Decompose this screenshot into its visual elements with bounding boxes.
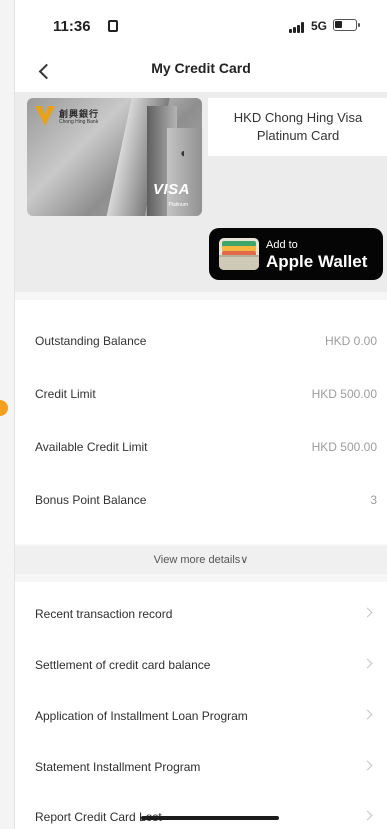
chevron-right-icon [362,607,373,618]
account-row-outstanding-balance: Outstanding Balance HKD 0.00 [15,300,387,353]
wallet-button-line2: Apple Wallet [266,252,368,271]
bank-logo-icon [35,106,55,126]
details-toggle-bar: View more details∨ [15,546,387,574]
row-value: HKD 500.00 [311,387,377,401]
cellular-signal-icon [289,22,307,33]
bank-name-english: Chong Hing Bank [59,119,99,125]
chevron-right-icon [362,658,373,669]
menu-item-report-card-lost[interactable]: Report Credit Card Lost [15,785,387,829]
card-name: HKD Chong Hing Visa Platinum Card [208,98,387,156]
menu-item-statement-installment[interactable]: Statement Installment Program [15,735,387,785]
menu-item-label: Application of Installment Loan Program [35,709,248,723]
menu-item-installment-loan[interactable]: Application of Installment Loan Program [15,684,387,734]
account-row-credit-limit: Credit Limit HKD 500.00 [15,353,387,406]
menu-item-label: Recent transaction record [35,607,173,621]
menu-item-label: Statement Installment Program [35,760,201,774]
row-value: HKD 0.00 [324,334,377,348]
menu-item-recent-transactions[interactable]: Recent transaction record [15,582,387,632]
chevron-right-icon [362,760,373,771]
page-title: My Credit Card [151,60,251,76]
row-label: Credit Limit [35,387,96,401]
menu-item-label: Settlement of credit card balance [35,658,211,672]
sim-card-icon [108,20,118,32]
account-row-bonus-points: Bonus Point Balance 3 [15,459,387,512]
app-screen: 11:36 5G My Credit Card 創興銀行 Chong Hing … [14,0,387,829]
status-bar: 11:36 5G [15,0,387,52]
account-row-available-credit: Available Credit Limit HKD 500.00 [15,406,387,459]
row-value: HKD 500.00 [311,440,377,454]
navigation-bar: My Credit Card [15,52,387,92]
menu-item-settlement[interactable]: Settlement of credit card balance [15,633,387,683]
view-more-details-link[interactable]: View more details∨ [15,553,387,566]
status-time: 11:36 [53,18,91,35]
card-services-menu: Recent transaction record Settlement of … [15,582,387,829]
network-type-label: 5G [311,19,328,33]
account-summary: Outstanding Balance HKD 0.00 Credit Limi… [15,300,387,544]
row-value: 3 [370,493,377,507]
contactless-icon: ◖ [179,146,187,160]
row-label: Outstanding Balance [35,334,147,348]
card-overview: 創興銀行 Chong Hing Bank ◖ VISA Platinum HKD… [15,92,387,292]
add-to-apple-wallet-button[interactable]: Add to Apple Wallet [209,228,383,280]
card-tier-label: Platinum [168,202,188,208]
side-accent-indicator [0,400,8,416]
row-label: Available Credit Limit [35,440,148,454]
credit-card-image[interactable]: 創興銀行 Chong Hing Bank ◖ VISA Platinum [27,98,202,216]
chevron-right-icon [362,810,373,821]
row-label: Bonus Point Balance [35,493,147,507]
battery-icon [333,19,360,31]
visa-logo: VISA [152,181,190,198]
wallet-icon [219,238,259,270]
home-indicator[interactable] [141,816,279,820]
wallet-button-line1: Add to [266,239,298,251]
chevron-right-icon [362,709,373,720]
